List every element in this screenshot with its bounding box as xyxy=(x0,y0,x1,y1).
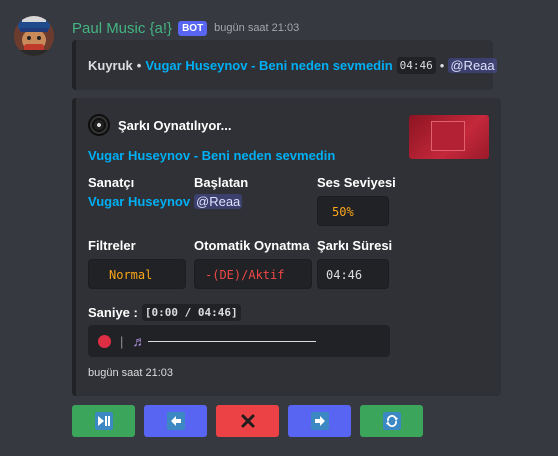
field-volume: Ses Seviyesi 50% xyxy=(317,175,396,226)
next-button[interactable] xyxy=(288,405,351,437)
song-thumbnail[interactable] xyxy=(409,115,489,159)
field-artist-name: Sanatçı xyxy=(88,175,135,190)
repeat-button[interactable] xyxy=(360,405,423,437)
seconds-label: Saniye : xyxy=(88,305,138,320)
bullet-separator-2: • xyxy=(439,58,445,73)
album-cover-image xyxy=(431,121,465,151)
bot-tag: BOT xyxy=(178,20,208,36)
field-autoplay: Otomatik Oynatma -(DE)/Aktif xyxy=(194,238,312,289)
seconds-value: [0:00 / 04:46] xyxy=(141,304,241,321)
stop-button[interactable] xyxy=(216,405,279,437)
arrow-right-icon xyxy=(310,412,329,430)
now-playing-embed: Şarkı Oynatılıyor... Vugar Huseynov - Be… xyxy=(72,98,501,396)
queue-embed: Kuyruk • Vugar Huseynov - Beni neden sev… xyxy=(72,40,497,90)
field-started-by: Başlatan @Reaa xyxy=(194,175,248,209)
duration-value: 04:46 xyxy=(317,259,389,289)
vinyl-disc-icon xyxy=(88,114,110,136)
control-buttons xyxy=(72,405,432,437)
queue-duration: 04:46 xyxy=(396,57,436,74)
bot-avatar[interactable] xyxy=(14,16,54,56)
queue-requester-mention[interactable]: @Reaa xyxy=(448,58,497,73)
field-started-by-name: Başlatan xyxy=(194,175,249,190)
progress-bar: | ♬ xyxy=(88,325,390,357)
field-duration: Şarkı Süresi 04:46 xyxy=(317,238,392,289)
play-pause-button[interactable] xyxy=(72,405,135,437)
record-dot-icon xyxy=(98,334,111,348)
volume-value: 50% xyxy=(317,196,389,226)
message-timestamp: bugün saat 21:03 xyxy=(214,22,300,34)
song-title-link[interactable]: Vugar Huseynov - Beni neden sevmedin xyxy=(88,148,335,163)
arrow-left-icon xyxy=(166,412,185,430)
queue-song-link[interactable]: Vugar Huseynov - Beni neden sevmedin xyxy=(145,58,392,73)
username[interactable]: Paul Music {a!} xyxy=(72,20,172,37)
seconds-line: Saniye : [0:00 / 04:46] xyxy=(88,304,241,321)
queue-line: Kuyruk • Vugar Huseynov - Beni neden sev… xyxy=(88,57,497,74)
close-icon xyxy=(239,412,257,430)
field-artist: Sanatçı Vugar Huseynov xyxy=(88,175,190,209)
field-duration-name: Şarkı Süresi xyxy=(317,238,393,253)
embed-author-name: Şarkı Oynatılıyor... xyxy=(118,117,232,133)
queue-label: Kuyruk xyxy=(88,58,133,73)
music-note-icon: ♬ xyxy=(132,333,147,349)
progress-track xyxy=(148,340,317,342)
field-filters: Filtreler Normal xyxy=(88,238,186,289)
field-volume-name: Ses Seviyesi xyxy=(317,175,396,190)
play-pause-icon xyxy=(94,412,113,430)
field-autoplay-name: Otomatik Oynatma xyxy=(194,238,310,253)
started-by-mention[interactable]: @Reaa xyxy=(194,194,243,209)
autoplay-value: -(DE)/Aktif xyxy=(194,259,312,289)
field-filters-name: Filtreler xyxy=(88,238,136,253)
artist-link[interactable]: Vugar Huseynov xyxy=(88,194,190,209)
embed-footer-timestamp: bugün saat 21:03 xyxy=(88,367,174,379)
repeat-icon xyxy=(382,412,401,430)
bullet-separator: • xyxy=(136,58,142,73)
embed-author: Şarkı Oynatılıyor... xyxy=(88,114,231,136)
message-header: Paul Music {a!} BOT bugün saat 21:03 xyxy=(72,18,299,38)
filters-value: Normal xyxy=(88,259,186,289)
previous-button[interactable] xyxy=(144,405,207,437)
progress-separator: | xyxy=(120,333,124,349)
